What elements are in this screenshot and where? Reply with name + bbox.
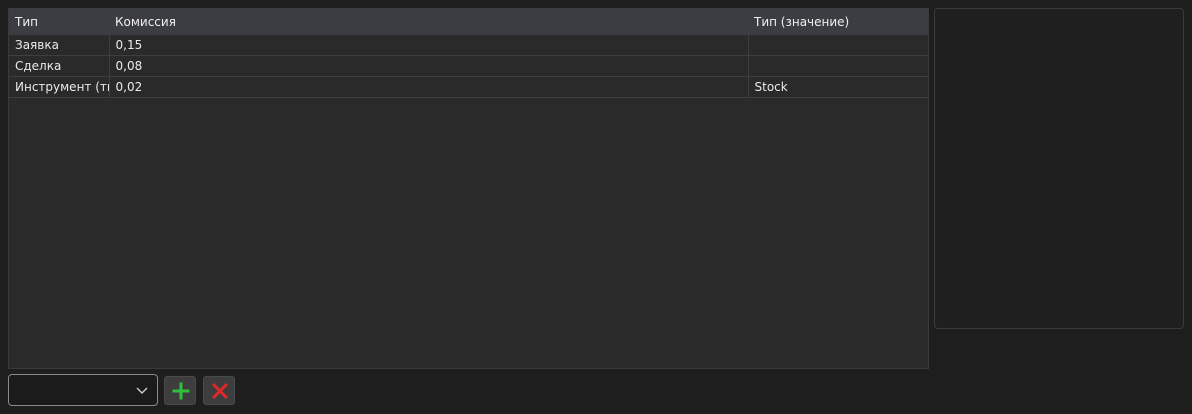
column-header-commission[interactable]: Комиссия	[109, 9, 748, 35]
cell-type-value[interactable]	[748, 55, 928, 77]
remove-rule-button[interactable]	[203, 376, 235, 405]
cell-type[interactable]: Сделка	[9, 55, 110, 77]
cell-type-value[interactable]	[748, 35, 928, 56]
cell-type-value[interactable]: Stock	[748, 76, 928, 98]
table-row[interactable]: Сделка 0,08	[9, 55, 928, 77]
commission-editor: Тип Комиссия Тип (значение) Заявка 0,15 …	[0, 0, 1192, 414]
plus-icon	[172, 382, 190, 400]
table-row[interactable]: Инструмент (тип) 0,02 Stock	[9, 76, 928, 98]
table-row[interactable]: Заявка 0,15	[9, 35, 928, 56]
side-panel	[934, 8, 1184, 329]
cell-commission[interactable]: 0,08	[109, 55, 749, 77]
close-icon	[211, 382, 229, 400]
rule-type-dropdown[interactable]	[8, 374, 158, 406]
cell-type[interactable]: Инструмент (тип)	[9, 76, 110, 98]
commission-table: Тип Комиссия Тип (значение) Заявка 0,15 …	[9, 9, 928, 98]
chevron-down-icon	[136, 387, 148, 394]
add-rule-button[interactable]	[164, 376, 196, 405]
grid-header-row: Тип Комиссия Тип (значение)	[9, 9, 928, 35]
cell-commission[interactable]: 0,02	[109, 76, 749, 98]
cell-commission[interactable]: 0,15	[109, 35, 749, 56]
commission-grid[interactable]: Тип Комиссия Тип (значение) Заявка 0,15 …	[8, 8, 929, 369]
column-header-type[interactable]: Тип	[9, 9, 109, 35]
column-header-type-value[interactable]: Тип (значение)	[748, 9, 928, 35]
cell-type[interactable]: Заявка	[9, 35, 110, 56]
